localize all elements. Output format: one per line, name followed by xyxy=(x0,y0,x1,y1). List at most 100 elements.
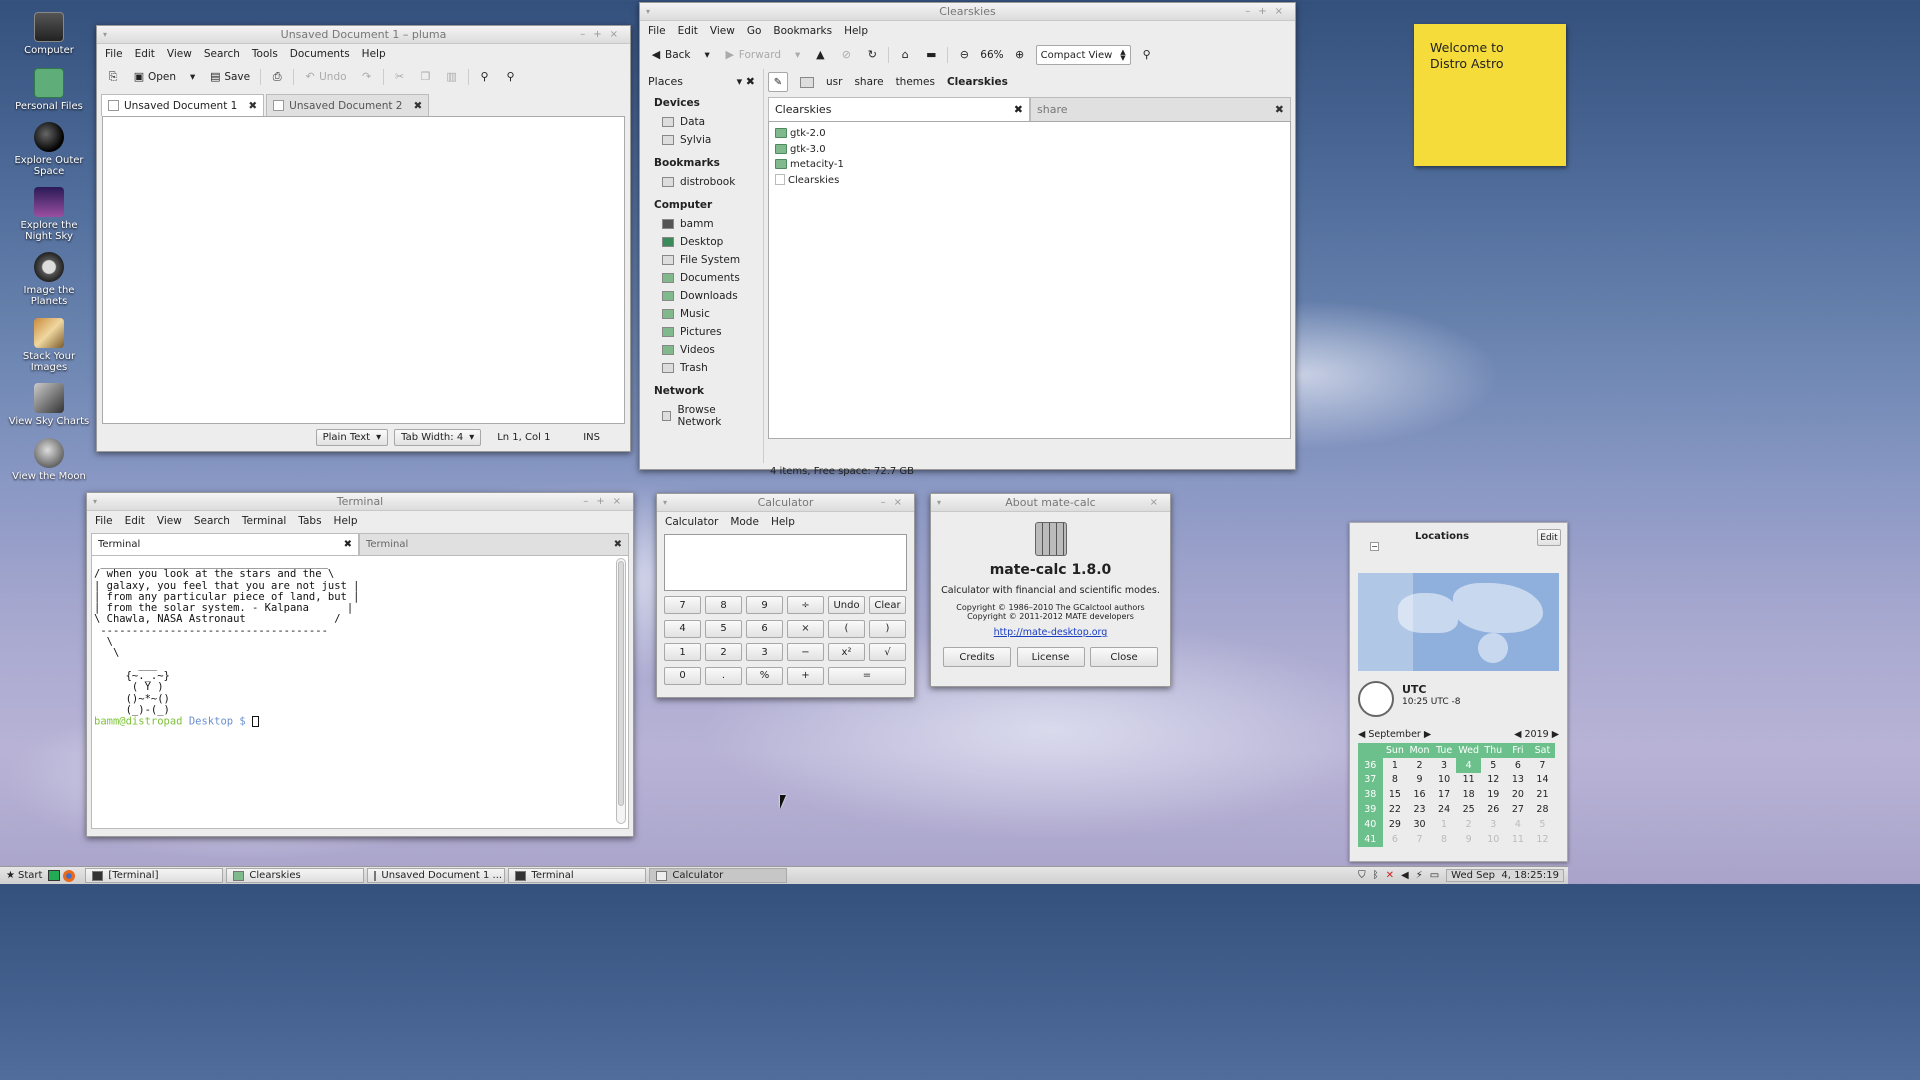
forward-button[interactable]: ▶ Forward xyxy=(720,47,785,63)
replace-button[interactable]: ⚲ xyxy=(501,69,521,85)
stop-button[interactable]: ⊘ xyxy=(836,47,856,63)
month-selector[interactable]: ◀ September ▶ xyxy=(1358,729,1431,743)
website-link[interactable]: http://mate-desktop.org xyxy=(931,627,1170,638)
calendar-day[interactable]: 5 xyxy=(1481,758,1506,773)
calendar-day[interactable]: 11 xyxy=(1456,773,1481,788)
reload-button[interactable]: ↻ xyxy=(862,47,882,63)
menu-tabs[interactable]: Tabs xyxy=(298,515,321,527)
calc-button-6[interactable]: 6 xyxy=(746,619,783,638)
calculator-titlebar[interactable]: ▾ Calculator –× xyxy=(657,494,914,512)
calendar-day[interactable]: 6 xyxy=(1506,758,1531,773)
tab-share[interactable]: share ✖ xyxy=(1030,97,1291,121)
credits-button[interactable]: Credits xyxy=(943,647,1011,667)
menu-help[interactable]: Help xyxy=(334,515,358,527)
menu-calculator[interactable]: Calculator xyxy=(665,516,718,528)
calendar-day[interactable]: 21 xyxy=(1530,787,1555,802)
power-icon[interactable]: ⚡ xyxy=(1416,870,1423,881)
calendar-day[interactable]: 16 xyxy=(1407,787,1432,802)
desktop-icon-computer[interactable]: Computer xyxy=(8,12,90,56)
calendar-day[interactable]: 25 xyxy=(1456,802,1481,817)
tab-document-2[interactable]: Unsaved Document 2 ✖ xyxy=(266,94,430,116)
calc-button-sqrt[interactable]: √ xyxy=(869,643,906,661)
calendar-day[interactable]: 2 xyxy=(1407,758,1432,773)
calendar-day[interactable]: 7 xyxy=(1407,832,1432,847)
path-segment[interactable]: themes xyxy=(896,76,935,88)
open-button[interactable]: ▣ Open xyxy=(129,69,180,85)
calendar-day[interactable]: 6 xyxy=(1383,832,1408,847)
calendar-day[interactable]: 8 xyxy=(1383,773,1408,788)
collapse-icon[interactable]: − xyxy=(1370,542,1379,551)
calendar-day[interactable]: 15 xyxy=(1383,787,1408,802)
calendar-day[interactable]: 12 xyxy=(1530,832,1555,847)
desktop-icon-image-planets[interactable]: Image the Planets xyxy=(8,252,90,307)
find-button[interactable]: ⚲ xyxy=(475,69,495,85)
calc-button-8[interactable]: 8 xyxy=(705,596,742,614)
paste-button[interactable]: ▥ xyxy=(442,69,462,85)
sidebar-item-sylvia[interactable]: Sylvia xyxy=(640,131,763,149)
file-item[interactable]: gtk-3.0 xyxy=(775,142,1284,158)
search-button[interactable]: ⚲ xyxy=(1137,47,1157,63)
menu-tools[interactable]: Tools xyxy=(252,48,278,60)
firefox-launcher-icon[interactable] xyxy=(63,869,76,882)
calendar-day[interactable]: 3 xyxy=(1432,758,1457,773)
calc-button-open-paren[interactable]: ( xyxy=(828,619,865,638)
file-item[interactable]: metacity-1 xyxy=(775,157,1284,173)
calc-button-multiply[interactable]: × xyxy=(787,619,824,638)
menu-search[interactable]: Search xyxy=(194,515,230,527)
menu-help[interactable]: Help xyxy=(362,48,386,60)
sidebar-item-trash[interactable]: Trash xyxy=(640,359,763,377)
close-button[interactable]: Close xyxy=(1090,647,1158,667)
menu-documents[interactable]: Documents xyxy=(290,48,350,60)
new-button[interactable]: ⎘ xyxy=(103,69,123,85)
sidebar-item-file-system[interactable]: File System xyxy=(640,251,763,269)
edit-location-button[interactable]: ✎ xyxy=(768,72,788,92)
calendar-day[interactable]: 8 xyxy=(1432,832,1457,847)
forward-history-dropdown[interactable]: ▾ xyxy=(791,47,804,63)
tab-document-1[interactable]: Unsaved Document 1 ✖ xyxy=(101,94,265,116)
calc-button-undo[interactable]: Undo xyxy=(828,596,865,614)
calendar-day[interactable]: 28 xyxy=(1530,802,1555,817)
file-manager-titlebar[interactable]: ▾ Clearskies –+× xyxy=(640,3,1295,21)
redo-button[interactable]: ↷ xyxy=(357,69,377,85)
close-sidebar-icon[interactable]: ✖ xyxy=(746,75,755,88)
menu-search[interactable]: Search xyxy=(204,48,240,60)
shield-icon[interactable]: ⛉ xyxy=(1358,870,1366,881)
calc-button-square[interactable]: x² xyxy=(828,643,865,661)
calc-button-add[interactable]: + xyxy=(787,666,824,685)
task-button[interactable]: Clearskies xyxy=(226,868,365,883)
save-button[interactable]: ▤ Save xyxy=(205,69,254,85)
calc-button-9[interactable]: 9 xyxy=(746,596,783,614)
calendar-day[interactable]: 3 xyxy=(1481,817,1506,832)
network-disconnected-icon[interactable]: ✕ xyxy=(1386,870,1394,881)
calendar-day[interactable]: 4 xyxy=(1506,817,1531,832)
calendar-day[interactable]: 1 xyxy=(1383,758,1408,773)
calc-button-2[interactable]: 2 xyxy=(705,643,742,661)
close-tab-icon[interactable]: ✖ xyxy=(344,539,352,550)
file-item[interactable]: gtk-2.0 xyxy=(775,126,1284,142)
calc-button-decimal[interactable]: . xyxy=(705,666,742,685)
sticky-note[interactable]: Welcome to Distro Astro xyxy=(1414,24,1566,166)
tab-clearskies[interactable]: Clearskies ✖ xyxy=(768,97,1030,121)
calc-button-equals[interactable]: = xyxy=(828,666,906,685)
calc-button-3[interactable]: 3 xyxy=(746,643,783,661)
sidebar-item-distrobook[interactable]: distrobook xyxy=(640,173,763,191)
calc-button-4[interactable]: 4 xyxy=(664,619,701,638)
file-item[interactable]: Clearskies xyxy=(775,173,1284,189)
task-button[interactable]: Terminal xyxy=(508,868,647,883)
zoom-out-button[interactable]: ⊖ xyxy=(954,47,974,63)
tab-terminal-1[interactable]: Terminal ✖ xyxy=(91,533,359,555)
menu-help[interactable]: Help xyxy=(844,25,868,37)
year-selector[interactable]: ◀ 2019 ▶ xyxy=(1514,729,1559,743)
open-dropdown[interactable]: ▾ xyxy=(186,69,199,85)
close-window-icon[interactable]: × xyxy=(1150,494,1166,512)
scrollbar-thumb[interactable] xyxy=(618,561,624,806)
menu-edit[interactable]: Edit xyxy=(125,515,145,527)
sidebar-item-music[interactable]: Music xyxy=(640,305,763,323)
close-tab-icon[interactable]: ✖ xyxy=(414,100,423,112)
menu-view[interactable]: View xyxy=(157,515,182,527)
desktop-icon-stack-images[interactable]: Stack Your Images xyxy=(8,318,90,373)
terminal-launcher-icon[interactable] xyxy=(48,870,61,881)
places-selector[interactable]: Places xyxy=(648,75,683,88)
calendar-day[interactable]: 2 xyxy=(1456,817,1481,832)
computer-button[interactable]: ▬ xyxy=(921,47,941,63)
